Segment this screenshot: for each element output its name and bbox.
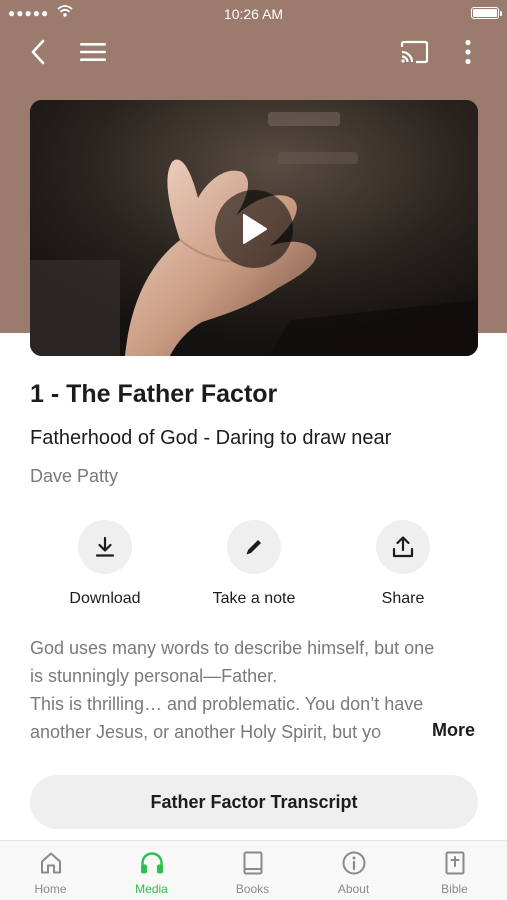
take-note-button[interactable]: Take a note — [184, 520, 324, 612]
tab-about[interactable]: About — [303, 841, 404, 900]
more-vertical-icon — [465, 39, 471, 65]
tab-media-label: Media — [135, 882, 168, 896]
description-line: is stunningly personal—Father. — [30, 666, 278, 686]
hamburger-icon — [80, 43, 106, 61]
tab-bar: Home Media Books About Bible — [0, 840, 507, 900]
episode-title: 1 - The Father Factor — [30, 380, 278, 408]
status-bar: ●●●●● 10:26 AM — [0, 0, 507, 26]
tab-home-label: Home — [34, 882, 67, 896]
chevron-left-icon — [31, 39, 45, 65]
download-circle — [78, 520, 132, 574]
tab-media[interactable]: Media — [101, 841, 202, 900]
description-line: another Jesus, or another Holy Spirit, b… — [30, 722, 382, 742]
tab-bible[interactable]: Bible — [404, 841, 505, 900]
share-icon — [392, 536, 414, 558]
share-circle — [376, 520, 430, 574]
battery-icon — [471, 7, 502, 19]
headphones-icon — [140, 852, 163, 874]
more-link[interactable]: More — [432, 720, 476, 741]
menu-button[interactable] — [75, 34, 111, 70]
tab-bible-label: Bible — [441, 882, 468, 896]
take-note-circle — [227, 520, 281, 574]
cast-icon — [400, 40, 429, 64]
tab-books[interactable]: Books — [202, 841, 303, 900]
share-button[interactable]: Share — [333, 520, 473, 612]
download-label: Download — [69, 590, 141, 607]
episode-description: God uses many words to describe himself,… — [30, 634, 485, 750]
description-line: God uses many words to describe himself,… — [30, 638, 435, 658]
info-icon — [342, 851, 365, 875]
episode-author: Dave Patty — [30, 466, 119, 486]
tab-about-label: About — [337, 882, 370, 896]
share-label: Share — [381, 590, 425, 607]
book-icon — [243, 851, 262, 875]
back-button[interactable] — [20, 34, 56, 70]
description-line: This is thrilling… and problematic. You … — [30, 694, 424, 714]
status-time: 10:26 AM — [223, 6, 284, 22]
pencil-icon — [246, 540, 261, 555]
play-button[interactable] — [215, 190, 293, 268]
play-icon — [243, 214, 267, 244]
episode-subtitle: Fatherhood of God - Daring to draw near — [30, 427, 392, 449]
bible-icon — [445, 851, 464, 875]
transcript-button[interactable]: Father Factor Transcript — [30, 775, 478, 829]
cast-button[interactable] — [396, 34, 432, 70]
more-options-button[interactable] — [450, 34, 486, 70]
tab-books-label: Books — [235, 882, 270, 896]
take-note-label: Take a note — [212, 590, 296, 607]
download-button[interactable]: Download — [35, 520, 175, 612]
home-icon — [40, 852, 61, 874]
tab-home[interactable]: Home — [0, 841, 101, 900]
download-icon — [95, 536, 115, 557]
